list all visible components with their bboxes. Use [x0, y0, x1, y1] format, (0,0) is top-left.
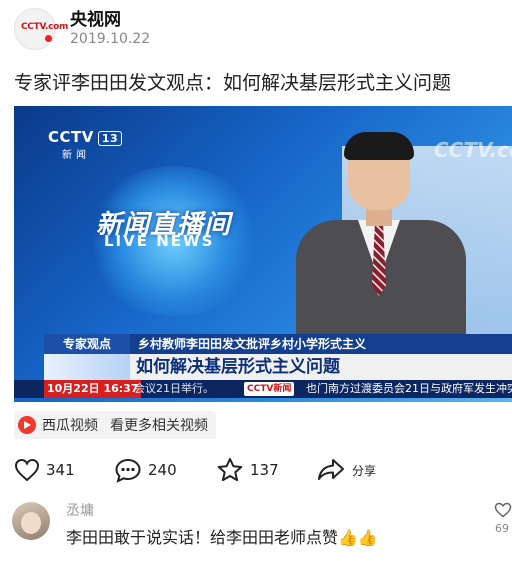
comment-text: 李田田敢于说实话！给李田田老师点赞👍👍 [66, 528, 378, 547]
favorite-button[interactable]: 137 [216, 450, 279, 490]
comment-bubble-icon [115, 458, 141, 483]
ticker-text-left: 会议21日举行。 [134, 382, 214, 395]
cctv13-logo: CCTV 13 [48, 128, 123, 146]
favorite-count: 137 [250, 461, 279, 479]
source-name[interactable]: 西瓜视频 [42, 415, 98, 435]
channel-avatar[interactable]: CCTV.com [14, 8, 68, 50]
cctv-logo-text: CCTV [48, 128, 94, 146]
share-label: 分享 [352, 463, 377, 478]
post-headline: 专家评李田田发文观点：如何解决基层形式主义问题 [14, 72, 452, 94]
channel-number: 13 [97, 131, 123, 146]
comment-count: 240 [148, 461, 177, 479]
ticker-logo: CCTV新闻 [244, 382, 295, 396]
commenter-avatar[interactable] [12, 502, 50, 540]
post-date: 2019.10.22 [70, 31, 151, 47]
action-bar: 341 240 137 分享 [0, 450, 512, 490]
cctv-logo-icon: CCTV.com [21, 22, 69, 32]
news-lower-third: 专家观点 乡村教师李田田发文批评乡村小学形式主义 如何解决基层形式主义问题 10… [14, 330, 512, 402]
post-header: CCTV.com 央视网 2019.10.22 [0, 0, 512, 58]
comment-item: 丞墉 李田田敢于说实话！给李田田老师点赞👍👍 69 [0, 494, 512, 561]
like-button[interactable]: 341 [14, 450, 75, 490]
share-arrow-icon [318, 459, 344, 480]
segment-tag: 专家观点 [44, 334, 130, 354]
comment-like-count: 69 [495, 522, 509, 535]
xigua-play-icon [18, 416, 36, 434]
video-source-bar[interactable]: 西瓜视频 看更多相关视频 [14, 411, 216, 439]
program-title-en: LIVE NEWS [104, 232, 215, 250]
segment-title: 如何解决基层形式主义问题 [130, 354, 512, 380]
title-decoration [44, 354, 130, 380]
channel-name[interactable]: 央视网 [70, 5, 121, 30]
video-player[interactable]: CCTV13 新闻 CCTV.com 新闻直播间 LIVE NEWS 专家观点 … [14, 106, 512, 402]
channel-sub-label: 新闻 [62, 150, 90, 161]
more-videos-link[interactable]: 看更多相关视频 [110, 415, 208, 435]
comment-button[interactable]: 240 [114, 450, 177, 490]
commenter-name[interactable]: 丞墉 [66, 500, 94, 520]
avatar-face [21, 512, 41, 534]
share-button[interactable]: 分享 [316, 450, 376, 490]
verified-dot-icon [45, 35, 52, 42]
like-count: 341 [46, 461, 75, 479]
segment-subtitle: 乡村教师李田田发文批评乡村小学形式主义 [130, 334, 512, 354]
ticker-time: 10月22日 16:37 [44, 380, 142, 398]
ticker-text-right: 也门南方过渡委员会21日与政府军发生冲突 [306, 382, 512, 395]
comment-like-icon[interactable] [494, 502, 512, 518]
star-icon [217, 458, 243, 482]
heart-icon [14, 458, 40, 482]
anchor-hair [344, 132, 414, 160]
